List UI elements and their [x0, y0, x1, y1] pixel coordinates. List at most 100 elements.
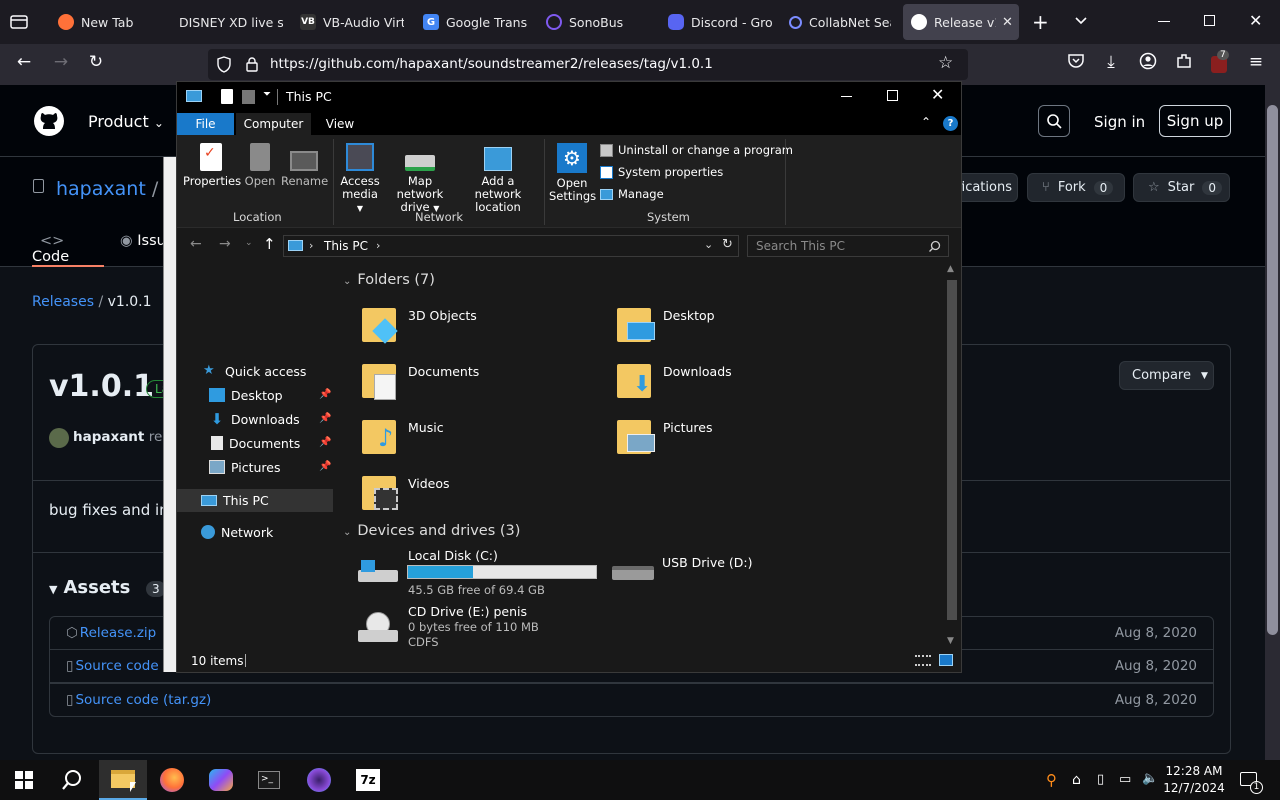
manage-button[interactable]: Manage	[600, 187, 664, 201]
asset-link[interactable]: Source code	[75, 658, 158, 674]
drive-e[interactable]: CD Drive (E:) penis 0 bytes free of 110 …	[356, 604, 606, 650]
sign-in-link[interactable]: Sign in	[1094, 113, 1145, 131]
browser-tab[interactable]: Discord - Grou	[660, 4, 772, 40]
minimize-icon[interactable]	[841, 96, 852, 97]
close-icon[interactable]: ✕	[931, 85, 944, 104]
browser-tab-active[interactable]: Release v1.0. ✕	[903, 4, 1019, 40]
close-window-icon[interactable]: ✕	[1249, 11, 1262, 30]
folders-section-header[interactable]: ⌄ Folders (7)	[343, 272, 435, 288]
restore-icon[interactable]	[1204, 15, 1215, 26]
address-this-pc[interactable]: This PC	[324, 239, 368, 253]
address-bar[interactable]: › This PC › ⌄ ↻	[283, 235, 739, 257]
content-scrollbar[interactable]: ▲ ▼	[945, 264, 959, 650]
properties-qat-icon[interactable]	[221, 89, 233, 104]
start-button[interactable]	[0, 760, 48, 800]
search-button[interactable]	[1038, 105, 1070, 137]
chevron-down-icon[interactable]	[1073, 12, 1089, 32]
new-folder-qat-icon[interactable]	[242, 90, 255, 104]
nav-quick-access[interactable]: ★ Quick access	[203, 360, 306, 382]
maximize-icon[interactable]	[887, 90, 898, 101]
taskbar-copilot[interactable]	[197, 760, 245, 800]
tab-file[interactable]: File	[177, 113, 234, 135]
bookmark-star-icon[interactable]: ☆	[938, 53, 953, 73]
forward-icon[interactable]: →	[219, 236, 231, 252]
nav-this-pc[interactable]: This PC	[201, 489, 269, 511]
tray-network-status-icon[interactable]: ⌂	[1072, 772, 1081, 788]
scroll-thumb[interactable]	[947, 280, 957, 620]
folder-3d-objects[interactable]: 3D Objects	[362, 304, 477, 346]
tab-issues[interactable]: ◉ Issu	[120, 233, 166, 249]
author-link[interactable]: hapaxant	[73, 429, 144, 445]
assets-toggle[interactable]: ▼ Assets	[49, 577, 130, 598]
uninstall-program-button[interactable]: Uninstall or change a program	[600, 143, 793, 157]
forward-icon[interactable]: →	[49, 52, 73, 72]
taskbar-terminal[interactable]: >_	[245, 760, 293, 800]
large-icons-view-icon[interactable]	[939, 654, 953, 666]
minimize-icon[interactable]	[1158, 21, 1170, 22]
explorer-title-bar[interactable]: ⏷ This PC ✕	[177, 82, 961, 112]
collapse-ribbon-icon[interactable]: ⌃	[921, 115, 931, 129]
add-network-location-button[interactable]: Add a network location	[458, 143, 538, 214]
github-logo-icon[interactable]	[33, 105, 65, 141]
compare-button[interactable]: Compare ▼	[1119, 361, 1214, 390]
pocket-icon[interactable]	[1064, 52, 1088, 75]
rename-button[interactable]: Rename	[281, 143, 328, 188]
folder-documents[interactable]: Documents	[362, 360, 479, 402]
tab-list-icon[interactable]	[8, 12, 30, 32]
folder-downloads[interactable]: ⬇ Downloads	[617, 360, 732, 402]
lock-icon[interactable]	[245, 56, 259, 77]
folder-desktop[interactable]: Desktop	[617, 304, 715, 346]
browser-tab[interactable]: SonoBus	[538, 4, 650, 40]
open-settings-button[interactable]: ⚙ Open Settings	[549, 143, 596, 203]
pin-icon[interactable]: 📌	[319, 437, 331, 448]
open-button[interactable]: Open	[243, 143, 277, 188]
folder-pictures[interactable]: Pictures	[617, 416, 713, 458]
system-properties-button[interactable]: System properties	[600, 165, 723, 179]
url-text[interactable]: https://github.com/hapaxant/soundstreame…	[270, 56, 713, 72]
close-tab-icon[interactable]: ✕	[1002, 15, 1013, 30]
asset-link[interactable]: Release.zip	[80, 625, 156, 641]
map-network-drive-button[interactable]: Map network drive ▼	[384, 143, 456, 215]
access-media-button[interactable]: Access media ▼	[338, 143, 382, 215]
tray-ethernet-icon[interactable]: ▭	[1119, 772, 1131, 787]
pin-icon[interactable]: 📌	[319, 389, 331, 400]
download-icon[interactable]: ⤓	[1099, 52, 1123, 72]
search-box[interactable]: Search This PC	[747, 235, 949, 257]
properties-button[interactable]: ✓ Properties	[183, 143, 241, 188]
back-icon[interactable]: ←	[12, 52, 36, 72]
tray-usb-icon[interactable]: ▯	[1097, 772, 1104, 787]
tray-volume-muted-icon[interactable]: 🔈	[1142, 771, 1158, 786]
browser-tab[interactable]: GGoogle Transla	[415, 4, 527, 40]
account-icon[interactable]	[1136, 52, 1160, 75]
tab-code[interactable]: <> Code	[32, 233, 104, 267]
scroll-down-icon[interactable]: ▼	[947, 636, 954, 646]
tray-search-icon[interactable]: ⚲	[1046, 771, 1057, 789]
folder-music[interactable]: ♪ Music	[362, 416, 444, 458]
tab-computer[interactable]: Computer	[236, 113, 311, 135]
nav-pictures[interactable]: Pictures	[209, 456, 281, 478]
product-menu[interactable]: Product ⌄	[88, 112, 164, 131]
recent-locations-icon[interactable]: ⌄	[245, 238, 253, 248]
address-dropdown-icon[interactable]: ⌄	[704, 238, 713, 251]
drives-section-header[interactable]: ⌄ Devices and drives (3)	[343, 523, 520, 539]
refresh-icon[interactable]: ↻	[722, 237, 733, 252]
up-icon[interactable]: ↑	[263, 235, 276, 253]
star-button[interactable]: ☆ Star 0	[1133, 173, 1230, 202]
taskbar-app[interactable]	[295, 760, 343, 800]
customize-qat-icon[interactable]: ⏷	[263, 89, 271, 100]
asset-row[interactable]: ▯ Source code (tar.gz) Aug 8, 2020	[49, 683, 1214, 717]
shield-icon[interactable]	[216, 56, 232, 77]
new-tab-icon[interactable]: +	[1032, 10, 1049, 34]
details-view-icon[interactable]	[915, 655, 931, 666]
pin-icon[interactable]: 📌	[319, 413, 331, 424]
reload-icon[interactable]: ↻	[84, 52, 108, 72]
scroll-thumb[interactable]	[1267, 105, 1278, 635]
taskbar-file-explorer[interactable]	[99, 760, 147, 800]
scroll-up-icon[interactable]: ▲	[947, 264, 954, 274]
help-icon[interactable]: ?	[943, 116, 958, 131]
browser-tab[interactable]: New Tab	[50, 4, 160, 40]
folder-videos[interactable]: Videos	[362, 472, 450, 514]
nav-downloads[interactable]: ⬇ Downloads	[209, 408, 300, 430]
search-button[interactable]	[48, 760, 96, 800]
pin-icon[interactable]: 📌	[319, 461, 331, 472]
